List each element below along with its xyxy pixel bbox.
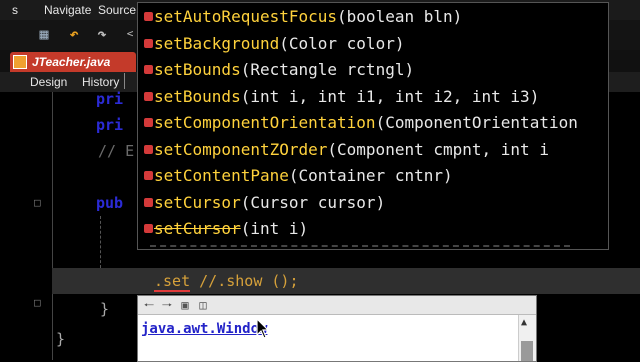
method-bullet-icon	[144, 224, 153, 233]
completion-item[interactable]: setContentPane(Container cntnr)	[138, 164, 608, 190]
method-params: (Color color)	[279, 34, 405, 53]
method-bullet-icon	[144, 171, 153, 180]
javadoc-scrollbar[interactable]: ▲	[518, 315, 536, 361]
code-line: pri	[96, 116, 124, 134]
method-params: (boolean bln)	[337, 7, 463, 26]
redo-icon[interactable]: ↷	[92, 24, 112, 44]
completion-item-deprecated[interactable]: setCursor(int i)	[138, 217, 608, 243]
copy-icon[interactable]: ◫	[195, 297, 211, 313]
completion-item[interactable]: setAutoRequestFocus(boolean bln)	[138, 5, 608, 31]
method-params: (int i)	[240, 219, 309, 238]
method-bullet-icon	[144, 12, 153, 21]
method-bullet-icon	[144, 65, 153, 74]
completion-item[interactable]: setComponentOrientation(ComponentOrienta…	[138, 111, 608, 137]
undo-icon[interactable]: ↶	[64, 24, 84, 44]
method-bullet-icon	[144, 145, 153, 154]
current-line-highlight	[52, 268, 640, 294]
back-icon[interactable]: 🠐	[141, 297, 157, 313]
method-name: setBackground	[154, 34, 280, 53]
method-name: setBounds	[154, 60, 241, 79]
mouse-pointer-icon	[256, 318, 270, 339]
completion-item[interactable]: setBounds(int i, int i1, int i2, int i3)	[138, 85, 608, 111]
completion-bottom-edge	[150, 245, 570, 247]
menu-item[interactable]: s	[12, 3, 18, 17]
method-bullet-icon	[144, 118, 153, 127]
comment-line: // E	[98, 142, 135, 160]
tab-separator	[124, 73, 125, 89]
fold-marker[interactable]: □	[34, 296, 41, 309]
method-name: setBounds	[154, 87, 241, 106]
method-name: setCursor	[154, 219, 241, 238]
tab-label: JTeacher.java	[32, 55, 111, 69]
method-name: setCursor	[154, 193, 241, 212]
scroll-up-icon[interactable]: ▲	[521, 317, 527, 328]
completion-item[interactable]: setComponentZOrder(Component cmpnt, int …	[138, 138, 608, 164]
method-params: (Component cmpnt, int i	[327, 140, 549, 159]
method-params: (ComponentOrientation	[375, 113, 578, 132]
code-completion-popup[interactable]: setAutoRequestFocus(boolean bln) setBack…	[137, 2, 609, 250]
java-file-icon	[13, 55, 27, 69]
error-token: .set	[154, 272, 191, 292]
completion-item[interactable]: setBounds(Rectangle rctngl)	[138, 58, 608, 84]
completion-item[interactable]: setBackground(Color color)	[138, 32, 608, 58]
scrollbar-thumb[interactable]	[521, 341, 533, 361]
method-params: (Rectangle rctngl)	[240, 60, 415, 79]
method-params: (int i, int i1, int i2, int i3)	[240, 87, 540, 106]
method-name: setComponentZOrder	[154, 140, 328, 159]
method-bullet-icon	[144, 198, 153, 207]
fold-marker[interactable]: □	[34, 196, 41, 209]
javadoc-toolbar: 🠐 🠒 ▣ ◫	[138, 296, 536, 315]
indent-guide	[100, 216, 101, 268]
method-bullet-icon	[144, 39, 153, 48]
menu-navigate[interactable]: Navigate	[44, 3, 91, 17]
save-all-icon[interactable]: ▦	[34, 24, 54, 44]
menu-source[interactable]: Source	[98, 3, 136, 17]
tab-design[interactable]: Design	[30, 75, 67, 89]
javadoc-popup[interactable]: 🠐 🠒 ▣ ◫ java.awt.Window ▲	[137, 295, 537, 362]
tab-jteacher-java[interactable]: JTeacher.java	[10, 52, 136, 72]
javadoc-class-link[interactable]: java.awt.Window	[141, 321, 267, 337]
open-browser-icon[interactable]: ▣	[177, 297, 193, 313]
method-params: (Container cntnr)	[288, 166, 453, 185]
closing-brace: }	[100, 300, 110, 318]
method-name: setAutoRequestFocus	[154, 7, 338, 26]
method-name: setContentPane	[154, 166, 289, 185]
method-params: (Cursor cursor)	[240, 193, 386, 212]
code-line: pri	[96, 90, 124, 108]
code-line: pub	[96, 194, 124, 212]
code-comment: //.show ();	[190, 272, 299, 290]
completion-item[interactable]: setCursor(Cursor cursor)	[138, 191, 608, 217]
method-bullet-icon	[144, 92, 153, 101]
current-line-code[interactable]: .set //.show ();	[154, 272, 299, 292]
closing-brace: }	[56, 330, 66, 348]
gutter-divider	[52, 92, 53, 360]
tab-history[interactable]: History	[82, 75, 119, 89]
method-name: setComponentOrientation	[154, 113, 376, 132]
forward-icon[interactable]: 🠒	[159, 297, 175, 313]
